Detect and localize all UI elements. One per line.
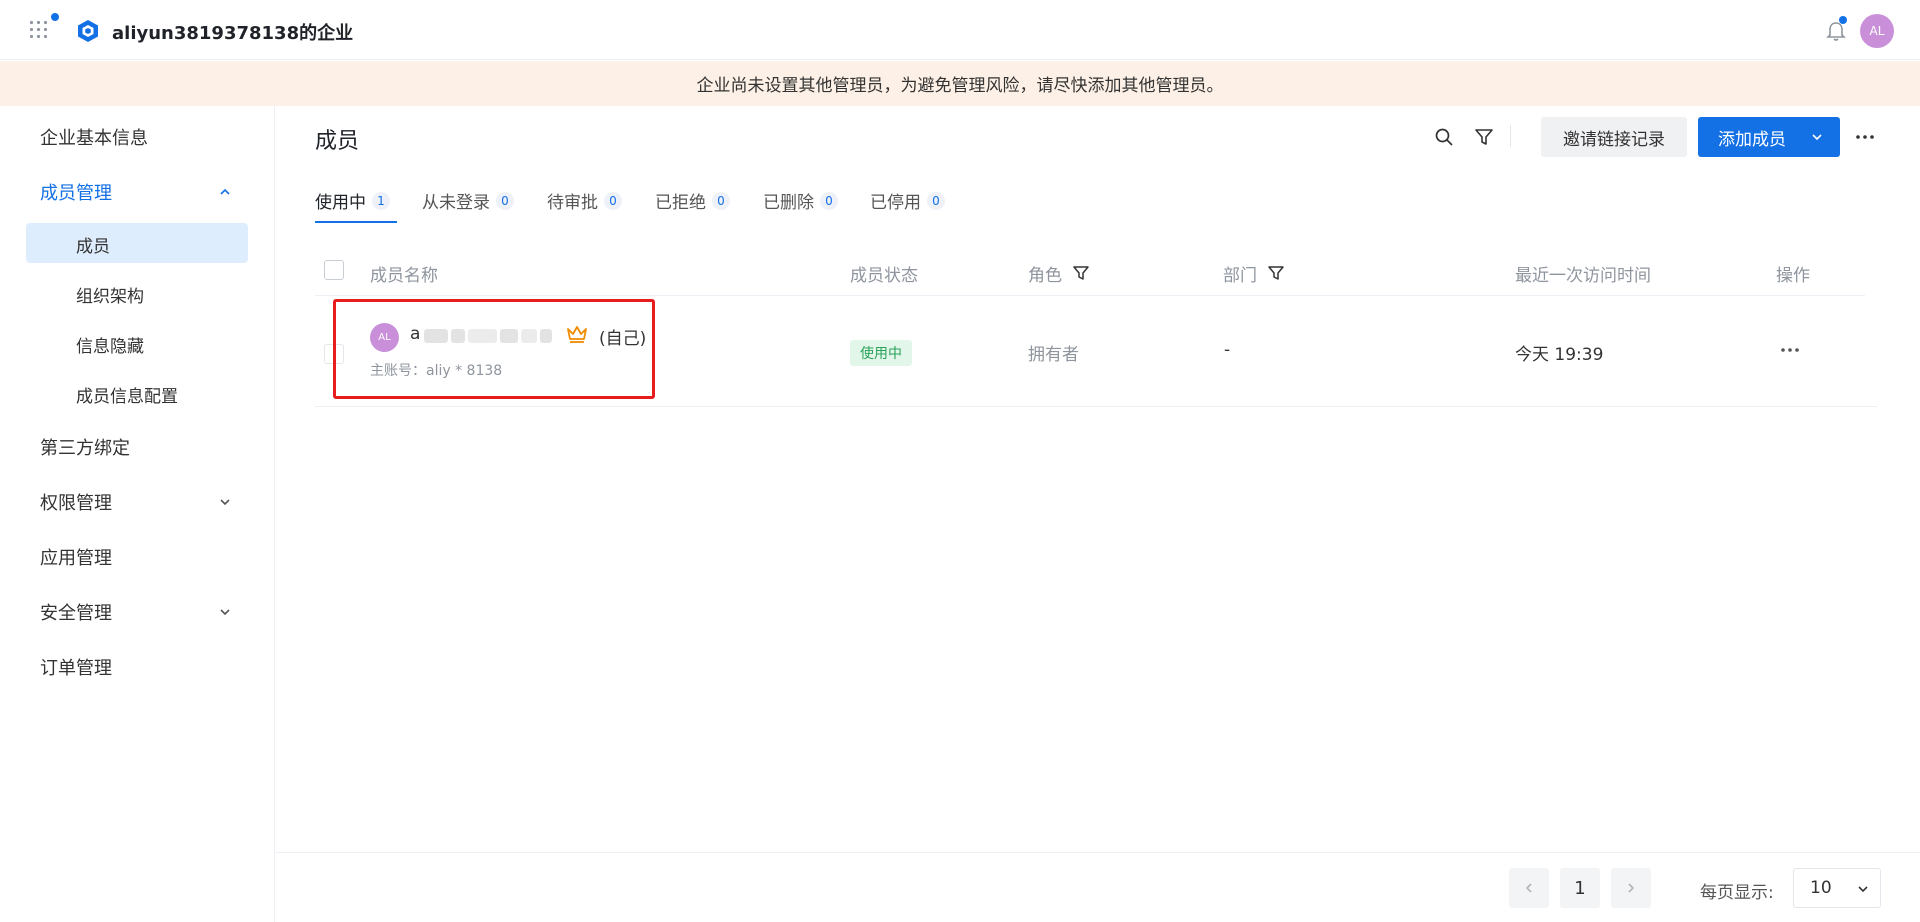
invite-link-records-button[interactable]: 邀请链接记录 <box>1541 117 1687 157</box>
chevron-down-icon[interactable] <box>218 605 232 619</box>
chevron-down-icon[interactable] <box>218 495 232 509</box>
sidebar-item-permission[interactable]: 权限管理 <box>40 489 112 515</box>
tab-label: 已拒绝 <box>655 193 706 213</box>
column-header-label: 角色 <box>1028 265 1062 286</box>
sidebar: 企业基本信息 成员管理 成员 组织架构 信息隐藏 成员信息配置 第三方绑定 权限… <box>0 106 275 922</box>
tab-pending-approval[interactable]: 待审批 0 <box>547 188 622 213</box>
select-all-checkbox[interactable] <box>324 260 344 280</box>
sidebar-item-orders[interactable]: 订单管理 <box>40 654 112 680</box>
org-name[interactable]: aliyun3819378138的企业 <box>112 19 353 45</box>
tab-count: 1 <box>372 191 390 210</box>
column-header-last-visit: 最近一次访问时间 <box>1515 265 1651 286</box>
bell-badge <box>1839 16 1847 24</box>
page-size-label: 每页显示: <box>1700 883 1774 903</box>
tab-label: 使用中 <box>315 193 366 213</box>
chevron-down-icon <box>1812 134 1822 141</box>
sidebar-subitem-members[interactable]: 成员 <box>76 232 110 257</box>
notification-dot <box>51 13 59 21</box>
tab-deleted[interactable]: 已删除 0 <box>763 188 838 213</box>
search-icon[interactable] <box>1434 127 1454 147</box>
more-options-icon[interactable] <box>1855 127 1875 147</box>
filter-icon[interactable] <box>1474 127 1494 147</box>
role-cell: 拥有者 <box>1028 345 1079 365</box>
app-launcher-icon[interactable] <box>30 21 50 41</box>
column-header-status: 成员状态 <box>850 265 918 286</box>
page-number-button[interactable]: 1 <box>1560 868 1600 908</box>
page-size-value: 10 <box>1810 878 1832 898</box>
column-header-label: 部门 <box>1223 265 1257 286</box>
tab-never-logged-in[interactable]: 从未登录 0 <box>422 188 514 213</box>
tab-disabled[interactable]: 已停用 0 <box>870 188 945 213</box>
highlight-annotation-box <box>333 299 655 399</box>
sidebar-item-member-management[interactable]: 成员管理 <box>40 179 112 205</box>
top-bar: aliyun3819378138的企业 AL <box>0 0 1920 60</box>
add-member-button[interactable]: 添加成员 <box>1698 117 1840 157</box>
column-header-name: 成员名称 <box>370 265 438 286</box>
tab-count: 0 <box>496 191 514 210</box>
chevron-up-icon[interactable] <box>218 185 232 199</box>
tab-count: 0 <box>712 191 730 210</box>
tab-label: 从未登录 <box>422 193 490 213</box>
toolbar-divider <box>1510 125 1511 147</box>
tab-label: 已删除 <box>763 193 814 213</box>
sidebar-item-apps[interactable]: 应用管理 <box>40 544 112 570</box>
tab-count: 0 <box>820 191 838 210</box>
sidebar-subitem-member-info-config[interactable]: 成员信息配置 <box>76 382 178 407</box>
chevron-down-icon <box>1858 886 1868 893</box>
filter-icon[interactable] <box>1072 264 1090 282</box>
tab-count: 0 <box>604 191 622 210</box>
tab-active[interactable]: 使用中 1 <box>315 188 390 213</box>
filter-icon[interactable] <box>1267 264 1285 282</box>
pagination-footer <box>275 852 1920 922</box>
chevron-left-icon <box>1525 883 1532 893</box>
admin-warning-banner: 企业尚未设置其他管理员，为避免管理风险，请尽快添加其他管理员。 <box>0 61 1920 106</box>
tab-count: 0 <box>927 191 945 210</box>
prev-page-button[interactable] <box>1509 868 1549 908</box>
sidebar-subitem-info-hiding[interactable]: 信息隐藏 <box>76 332 144 357</box>
status-badge: 使用中 <box>850 340 912 366</box>
sidebar-subitem-org-structure[interactable]: 组织架构 <box>76 282 144 307</box>
column-header-role[interactable]: 角色 <box>1028 250 1090 296</box>
page-title: 成员 <box>315 129 360 154</box>
active-tab-indicator <box>315 221 397 223</box>
sidebar-item-label: 成员管理 <box>40 183 112 204</box>
tab-label: 待审批 <box>547 193 598 213</box>
next-page-button[interactable] <box>1611 868 1651 908</box>
sidebar-item-basic-info[interactable]: 企业基本信息 <box>40 124 148 150</box>
chevron-right-icon <box>1628 883 1635 893</box>
sidebar-item-third-party[interactable]: 第三方绑定 <box>40 434 130 460</box>
department-cell: - <box>1224 340 1231 360</box>
user-avatar[interactable]: AL <box>1860 14 1894 48</box>
tab-rejected[interactable]: 已拒绝 0 <box>655 188 730 213</box>
sidebar-item-security[interactable]: 安全管理 <box>40 599 112 625</box>
last-visit-cell: 今天 19:39 <box>1515 345 1604 365</box>
page-size-select[interactable]: 10 <box>1793 868 1881 908</box>
more-options-icon[interactable] <box>1779 340 1801 360</box>
add-member-label: 添加成员 <box>1718 129 1786 150</box>
tab-label: 已停用 <box>870 193 921 213</box>
table-header: 成员名称 成员状态 角色 部门 最近一次访问时间 操作 <box>315 250 1865 296</box>
sidebar-selected-background <box>26 223 248 263</box>
company-logo-icon <box>78 20 98 42</box>
column-header-department[interactable]: 部门 <box>1223 250 1285 296</box>
column-header-actions: 操作 <box>1776 265 1810 286</box>
